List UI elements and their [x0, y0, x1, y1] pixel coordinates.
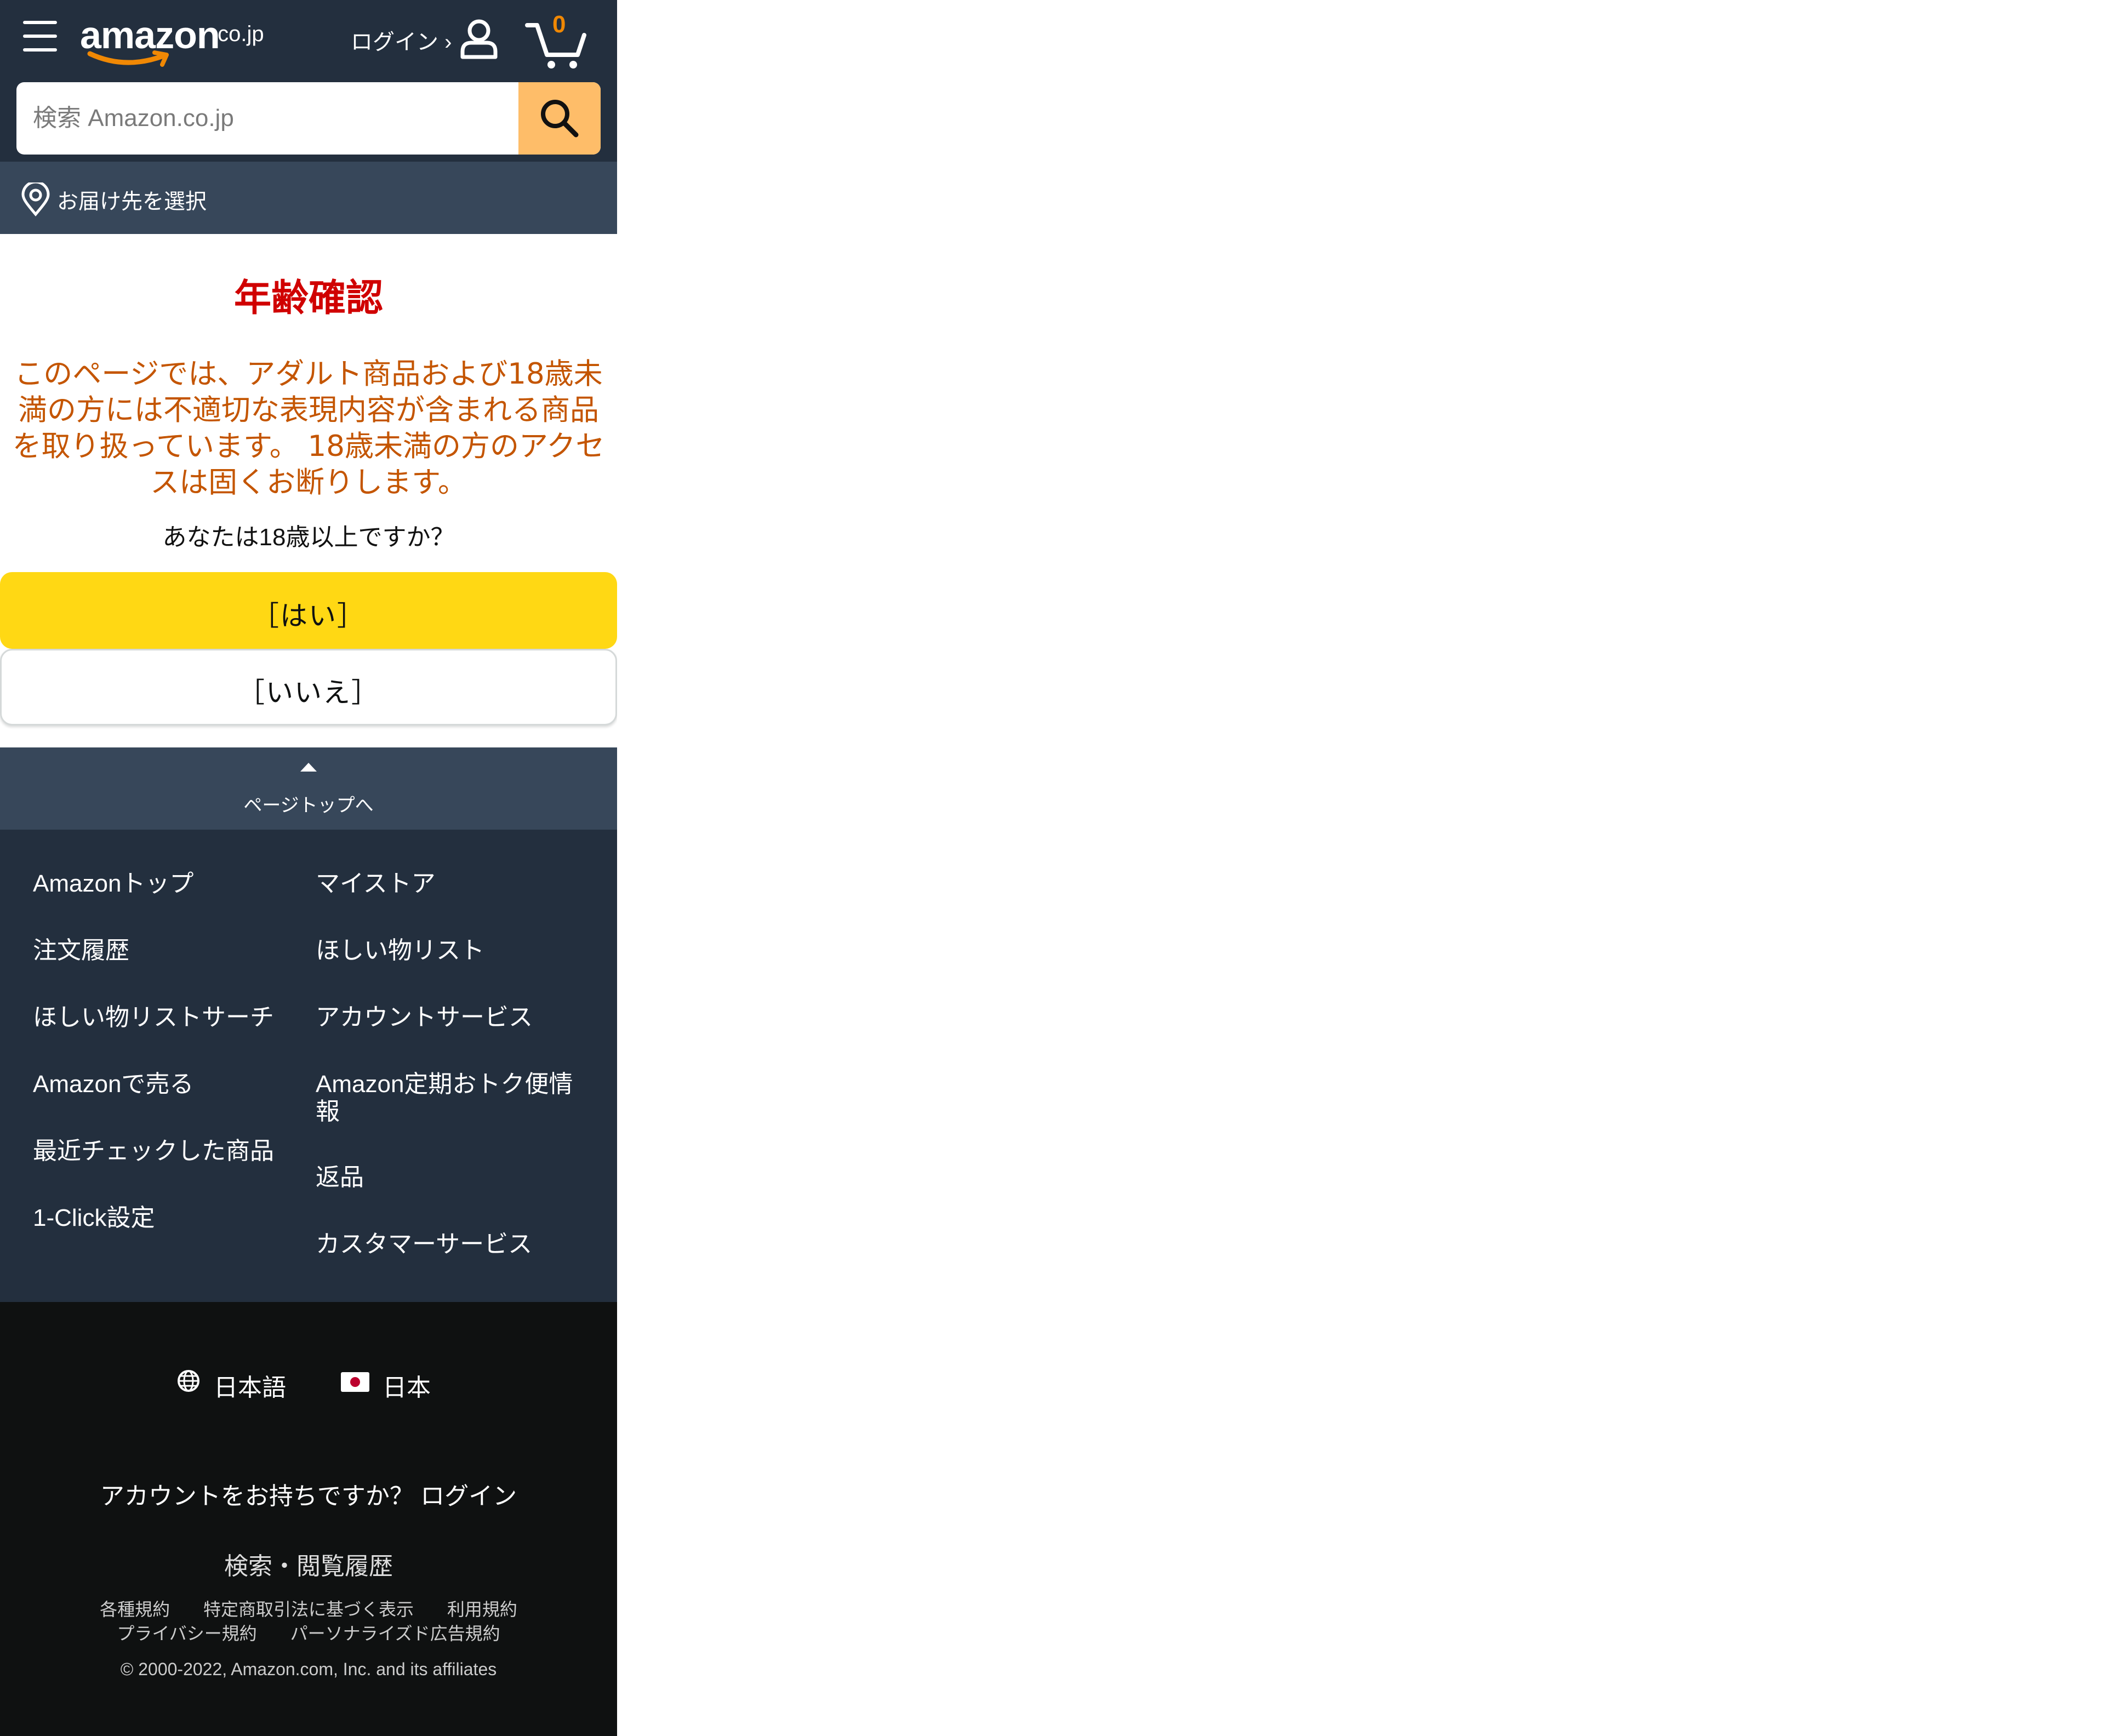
legal-link-commercial-disclosure[interactable]: 特定商取引法に基づく表示 — [203, 1600, 414, 1619]
logo-smile-icon — [87, 50, 169, 67]
search-bar — [16, 82, 601, 155]
legal-link-conditions-of-use[interactable]: 利用規約 — [447, 1600, 517, 1619]
logo-domain: .co.jp — [212, 22, 264, 46]
footer-link-my-store[interactable]: マイストア — [316, 870, 584, 898]
legal-links-row-1: 各種規約 特定商取引法に基づく表示 利用規約 — [0, 1596, 617, 1621]
delivery-location-label: お届け先を選択 — [57, 190, 207, 214]
language-selector[interactable]: 日本語 — [214, 1368, 286, 1403]
footer-links: Amazonトップ 注文履歴 ほしい物リストサーチ Amazonで売る 最近チェ… — [0, 830, 617, 1302]
footer-link-amazon-top[interactable]: Amazonトップ — [33, 870, 301, 898]
user-account-icon[interactable] — [457, 16, 501, 60]
legal-links-row-2: プライバシー規約 パーソナライズド広告規約 — [0, 1620, 617, 1645]
top-navigation-bar: amazon .co.jp ログイン › 0 — [0, 0, 617, 162]
search-icon — [541, 100, 579, 138]
no-button-label: ［いいえ］ — [237, 677, 380, 708]
footer-link-order-history[interactable]: 注文履歴 — [33, 937, 301, 964]
account-question: アカウントをお持ちですか？ — [100, 1483, 414, 1510]
footer-bottom: 日本語 日本 アカウントをお持ちですか？ ログイン 検索・閲覧履歴 各種規約 特… — [0, 1302, 617, 1736]
footer-link-account-service[interactable]: アカウントサービス — [316, 1004, 584, 1031]
app-frame: amazon .co.jp ログイン › 0 検索 Amazon.co.jp お… — [0, 0, 617, 1736]
footer-link-1-click-settings[interactable]: 1-Click設定 — [33, 1204, 301, 1232]
search-history-link[interactable]: 検索・閲覧履歴 — [0, 1546, 617, 1581]
footer-link-recently-viewed[interactable]: 最近チェックした商品 — [33, 1138, 301, 1165]
location-pin-icon — [21, 182, 50, 216]
japan-flag-icon — [341, 1372, 369, 1392]
footer-link-sell-on-amazon[interactable]: Amazonで売る — [33, 1071, 301, 1098]
caret-up-icon — [300, 763, 317, 772]
delivery-location-bar[interactable]: お届け先を選択 — [0, 162, 617, 234]
age-question: あなたは18歳以上ですか？ — [162, 524, 455, 551]
copyright-notice: © 2000-2022, Amazon.com, Inc. and its af… — [120, 1659, 497, 1679]
legal-link-privacy[interactable]: プライバシー規約 — [117, 1624, 256, 1643]
legal-link-terms[interactable]: 各種規約 — [100, 1600, 170, 1619]
login-link[interactable]: ログイン › — [351, 24, 452, 56]
globe-icon — [178, 1370, 199, 1392]
footer-link-subscribe-save-info[interactable]: Amazon定期おトク便情報 — [316, 1071, 584, 1126]
cart-icon — [525, 23, 586, 68]
cart-button[interactable]: 0 — [525, 11, 591, 68]
country-selector[interactable]: 日本 — [383, 1368, 431, 1403]
search-input[interactable] — [33, 82, 526, 155]
footer-link-wishlist-search[interactable]: ほしい物リストサーチ — [33, 1004, 301, 1031]
no-button[interactable]: ［いいえ］ — [0, 649, 617, 726]
back-to-top-label: ページトップへ — [243, 795, 374, 816]
hamburger-menu-icon[interactable] — [23, 21, 57, 52]
yes-button[interactable]: ［はい］ — [0, 572, 617, 649]
footer-link-returns[interactable]: 返品 — [316, 1164, 584, 1191]
footer-link-customer-service[interactable]: カスタマーサービス — [316, 1231, 584, 1258]
search-button[interactable] — [518, 82, 601, 155]
account-prompt: アカウントをお持ちですか？ ログイン — [0, 1476, 617, 1511]
yes-button-label: ［はい］ — [252, 601, 366, 631]
amazon-logo[interactable]: amazon .co.jp — [80, 11, 277, 67]
footer-link-wishlist[interactable]: ほしい物リスト — [316, 937, 584, 964]
age-check-title: 年齢確認 — [233, 277, 383, 320]
back-to-top-button[interactable]: ページトップへ — [0, 747, 617, 830]
adult-content-warning: このページでは、アダルト商品および18歳未満の方には不適切な表現内容が含まれる商… — [12, 357, 605, 499]
footer-login-link[interactable]: ログイン — [420, 1483, 517, 1510]
legal-link-personalized-ads[interactable]: パーソナライズド広告規約 — [290, 1624, 500, 1643]
